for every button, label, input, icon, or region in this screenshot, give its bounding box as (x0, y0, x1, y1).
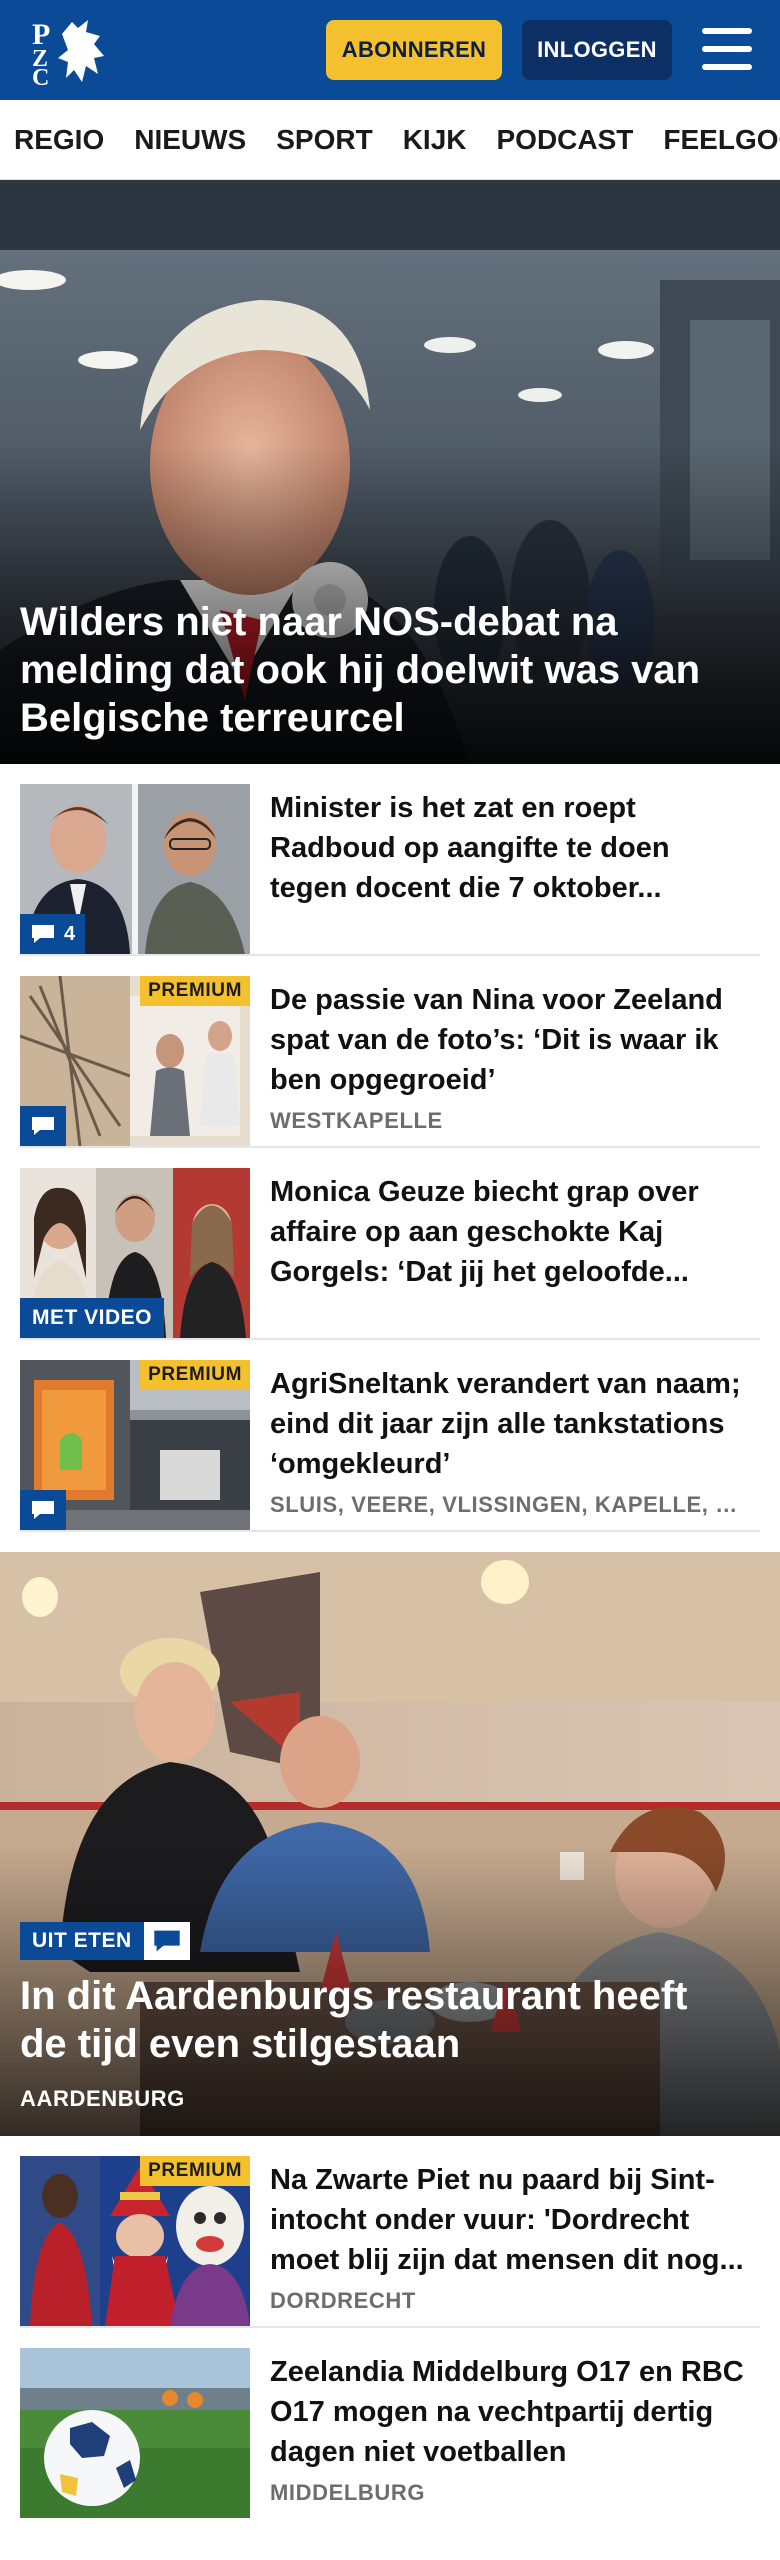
list-item[interactable]: MET VIDEO Monica Geuze biecht grap over … (20, 1168, 760, 1340)
comment-icon (153, 1930, 180, 1952)
comment-icon (32, 925, 54, 943)
login-button[interactable]: INLOGGEN (522, 20, 672, 80)
comment-icon (32, 1117, 54, 1135)
premium-badge: PREMIUM (140, 1360, 250, 1390)
nav-item-sport[interactable]: SPORT (276, 124, 372, 156)
comment-badge[interactable] (143, 1922, 190, 1960)
hero-title[interactable]: Wilders niet naar NOS-debat na melding d… (20, 598, 720, 742)
comment-icon (32, 1501, 54, 1519)
article-title[interactable]: Zeelandia Middelburg O17 en RBC O17 moge… (270, 2352, 750, 2472)
comment-badge[interactable] (20, 1106, 66, 1146)
article-thumbnail: PREMIUM (20, 1360, 250, 1530)
article-thumbnail: MET VIDEO (20, 1168, 250, 1338)
list-item[interactable]: PREMIUM Na Zwarte Piet nu paard bij Sint… (20, 2156, 760, 2328)
list-item[interactable]: 4 Minister is het zat en roept Radboud o… (20, 784, 760, 956)
nav-item-podcast[interactable]: PODCAST (497, 124, 634, 156)
comment-count: 4 (64, 922, 76, 945)
article-location: DORDRECHT (270, 2288, 416, 2313)
article-title[interactable]: Minister is het zat en roept Radboud op … (270, 788, 750, 908)
list-item[interactable]: Zeelandia Middelburg O17 en RBC O17 moge… (20, 2348, 760, 2520)
top-bar: P Z C ABONNEREN INLOGGEN (0, 0, 780, 100)
article-title[interactable]: Monica Geuze biecht grap over affaire op… (270, 1172, 750, 1292)
hamburger-icon[interactable] (700, 24, 754, 74)
list-item[interactable]: PREMIUM AgriSneltank verandert van naam;… (20, 1360, 760, 1532)
nav-item-feelgood[interactable]: FEELGOOD (663, 124, 780, 156)
video-badge: MET VIDEO (20, 1298, 165, 1338)
comment-badge[interactable] (20, 1490, 66, 1530)
category-tag[interactable]: UIT ETEN (20, 1922, 144, 1960)
feature-location: AARDENBURG (20, 2086, 185, 2111)
section-nav: REGIO NIEUWS SPORT KIJK PODCAST FEELGOOD (0, 100, 780, 180)
premium-badge: PREMIUM (140, 2156, 250, 2186)
list-item[interactable]: PREMIUM De passie van Nina voor Zeeland … (20, 976, 760, 1148)
subscribe-button[interactable]: ABONNEREN (326, 20, 502, 80)
pzc-logo[interactable]: P Z C (28, 14, 112, 91)
hero-article[interactable]: Wilders niet naar NOS-debat na melding d… (0, 180, 780, 764)
article-title[interactable]: Na Zwarte Piet nu paard bij Sint-intocht… (270, 2160, 750, 2280)
article-location: MIDDELBURG (270, 2480, 426, 2505)
nav-item-regio[interactable]: REGIO (14, 124, 104, 156)
comment-badge[interactable]: 4 (20, 914, 86, 954)
article-title[interactable]: AgriSneltank verandert van naam; eind di… (270, 1364, 750, 1484)
article-thumbnail: PREMIUM (20, 2156, 250, 2326)
article-thumbnail: 4 (20, 784, 250, 954)
premium-badge: PREMIUM (140, 976, 250, 1006)
article-location: WESTKAPELLE (270, 1108, 443, 1133)
feature-title[interactable]: In dit Aardenburgs restaurant heeft de t… (20, 1972, 740, 2068)
nav-item-kijk[interactable]: KIJK (403, 124, 467, 156)
nav-item-nieuws[interactable]: NIEUWS (134, 124, 246, 156)
article-location: SLUIS, VEERE, VLISSINGEN, KAPELLE, GOES (270, 1492, 750, 1517)
article-title[interactable]: De passie van Nina voor Zeeland spat van… (270, 980, 750, 1100)
article-thumbnail (20, 2348, 250, 2518)
feature-article[interactable]: UIT ETEN In dit Aardenburgs restaurant h… (0, 1552, 780, 2136)
svg-text:C: C (32, 65, 49, 86)
article-thumbnail: PREMIUM (20, 976, 250, 1146)
